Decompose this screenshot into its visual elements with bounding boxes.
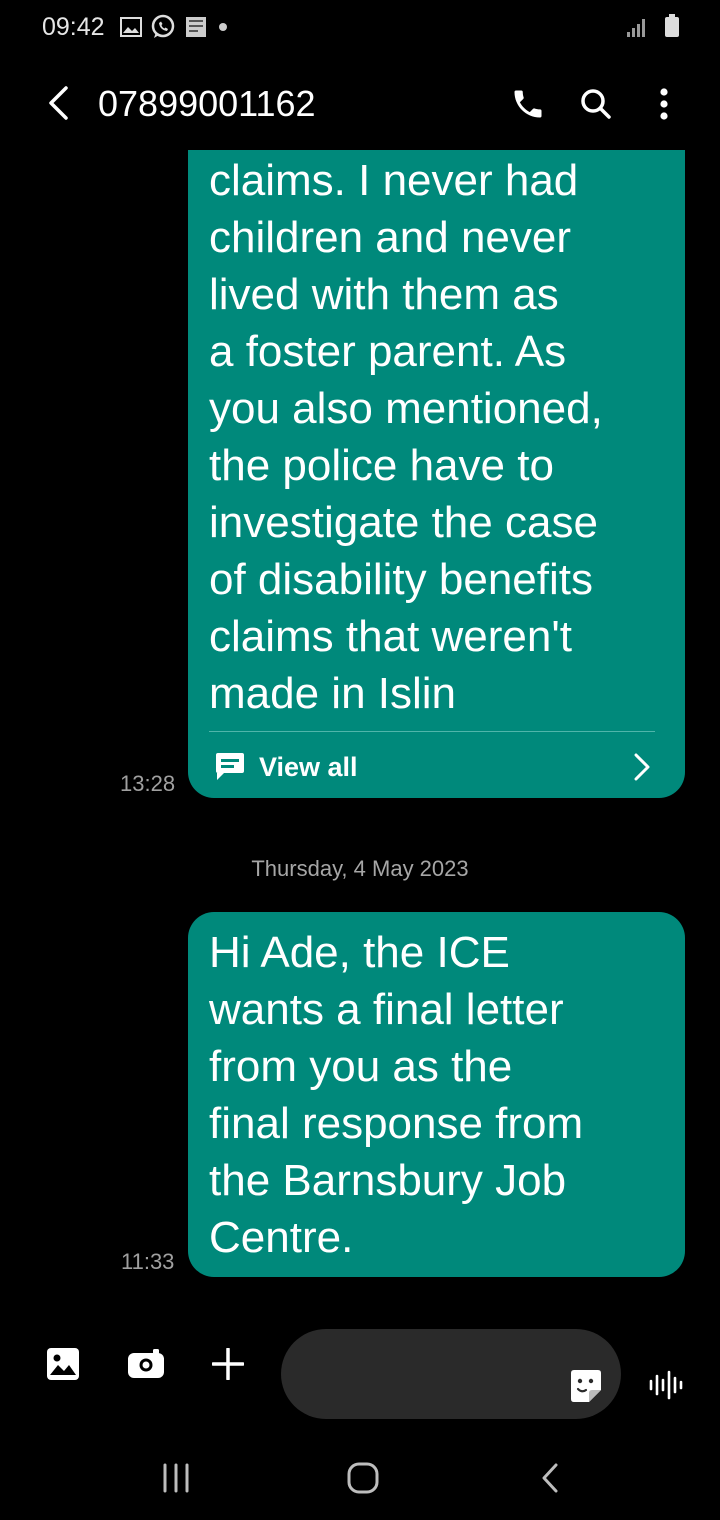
view-all-label: View all bbox=[259, 752, 358, 782]
chevron-left-icon bbox=[49, 86, 68, 120]
message-text: Hi Ade, the ICE wants a final letter fro… bbox=[209, 928, 584, 1262]
dot-icon bbox=[216, 20, 230, 34]
battery-icon bbox=[664, 14, 680, 38]
plus-icon bbox=[212, 1348, 244, 1380]
sticker-icon[interactable] bbox=[568, 1368, 604, 1404]
waveform-icon bbox=[649, 1370, 683, 1400]
gallery-icon bbox=[120, 17, 142, 37]
app-icon bbox=[184, 15, 208, 39]
message-input[interactable] bbox=[309, 1329, 563, 1421]
contact-title[interactable]: 07899001162 bbox=[98, 82, 316, 126]
signal-icon bbox=[626, 18, 648, 38]
search-button[interactable] bbox=[572, 80, 620, 128]
search-icon bbox=[581, 89, 611, 119]
message-bubble[interactable]: claims. I never had children and never l… bbox=[188, 150, 685, 798]
home-icon bbox=[347, 1462, 379, 1494]
voice-record-button[interactable] bbox=[645, 1362, 687, 1408]
message-time: 11:33 bbox=[121, 1249, 175, 1274]
more-options-icon bbox=[660, 88, 668, 120]
chevron-right-icon bbox=[633, 752, 651, 782]
message-input-container[interactable] bbox=[281, 1329, 621, 1421]
whatsapp-icon bbox=[150, 14, 176, 40]
call-button[interactable] bbox=[504, 80, 552, 128]
more-options-button[interactable] bbox=[640, 80, 688, 128]
camera-button[interactable] bbox=[122, 1340, 170, 1388]
nav-back-button[interactable] bbox=[520, 1450, 580, 1506]
system-icons bbox=[626, 14, 680, 38]
message-time: 13:28 bbox=[120, 771, 176, 796]
home-button[interactable] bbox=[333, 1450, 393, 1506]
image-icon bbox=[47, 1348, 79, 1380]
message-icon bbox=[214, 752, 246, 782]
recent-apps-button[interactable] bbox=[146, 1450, 206, 1506]
view-all-button[interactable]: View all bbox=[188, 732, 685, 798]
recents-icon bbox=[163, 1463, 189, 1493]
notification-icons bbox=[120, 14, 230, 40]
camera-icon bbox=[128, 1349, 164, 1378]
gallery-button[interactable] bbox=[39, 1340, 87, 1388]
call-icon bbox=[514, 90, 542, 118]
message-text: claims. I never had children and never l… bbox=[209, 156, 603, 718]
back-button[interactable] bbox=[40, 82, 76, 124]
message-bubble[interactable]: Hi Ade, the ICE wants a final letter fro… bbox=[188, 912, 685, 1277]
date-separator: Thursday, 4 May 2023 bbox=[251, 856, 469, 881]
status-time: 09:42 bbox=[42, 13, 105, 41]
add-attachment-button[interactable] bbox=[204, 1340, 252, 1388]
back-icon bbox=[542, 1463, 558, 1493]
